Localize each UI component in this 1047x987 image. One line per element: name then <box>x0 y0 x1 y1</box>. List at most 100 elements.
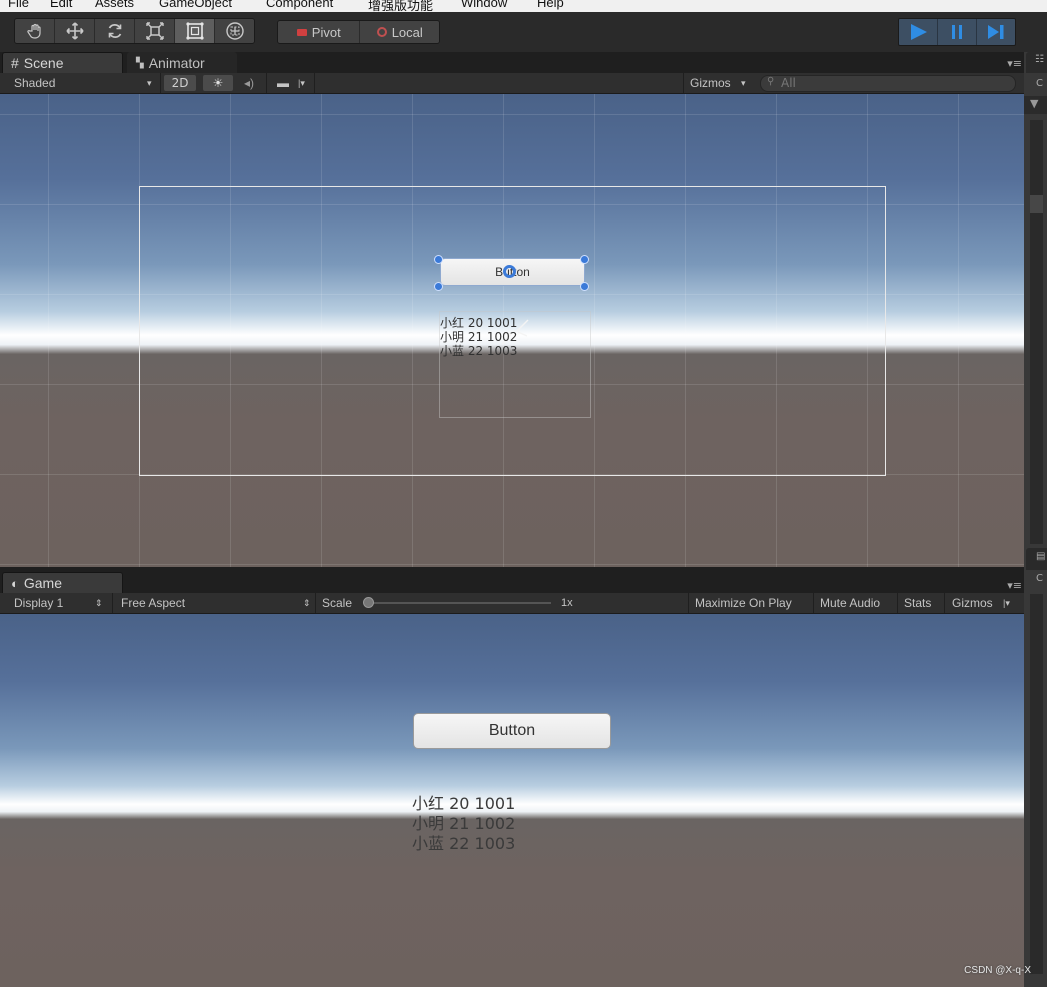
scene-text-line: 小蓝 22 1003 <box>440 344 518 358</box>
transform-tools <box>14 18 255 44</box>
tab-game-label: Game <box>23 575 62 591</box>
hand-tool-icon[interactable] <box>15 19 55 43</box>
menu-gameobject[interactable]: GameObject <box>159 0 232 10</box>
shading-dropdown-arrow-icon: ▾ <box>147 78 152 88</box>
tab-game[interactable]: ◐ Game <box>2 572 123 593</box>
maximize-on-play-toggle[interactable]: Maximize On Play <box>695 596 792 610</box>
pivot-label: Pivot <box>311 24 341 40</box>
scale-slider-thumb[interactable] <box>363 597 374 608</box>
effects-icon[interactable]: ▬ <box>277 76 289 90</box>
mode-2d-toggle[interactable]: 2D <box>164 75 196 91</box>
rect-handle-top-right[interactable] <box>580 255 589 264</box>
pivot-handle[interactable] <box>503 265 516 278</box>
pivot-local-group: Pivot Local <box>277 20 440 44</box>
hierarchy-tab-edge[interactable]: ☷ <box>1026 52 1047 73</box>
tab-animator[interactable]: ▚ Animator <box>127 52 237 73</box>
transform-tool-icon[interactable] <box>215 19 254 43</box>
scene-viewport[interactable]: Button 小红 20 1001 小明 21 1002 小蓝 22 1003 <box>0 94 1024 567</box>
step-icon <box>988 25 1004 39</box>
mute-audio-toggle[interactable]: Mute Audio <box>820 596 880 610</box>
play-button[interactable] <box>899 19 938 45</box>
local-label: Local <box>391 24 423 40</box>
menu-enhanced[interactable]: 增强版功能 <box>368 0 433 12</box>
game-tabstrip: ◐ Game ▾≡ <box>0 567 1030 593</box>
rotate-tool-icon[interactable] <box>95 19 135 43</box>
hierarchy-scrollbar[interactable] <box>1030 120 1043 544</box>
effects-dropdown-icon[interactable]: |▾ <box>298 78 305 89</box>
search-icon: ⚲ <box>767 76 775 87</box>
menu-file[interactable]: File <box>8 0 29 10</box>
game-text-list: 小红 20 1001 小明 21 1002 小蓝 22 1003 <box>412 794 515 854</box>
game-viewport[interactable]: Button 小红 20 1001 小明 21 1002 小蓝 22 1003 <box>0 614 1024 987</box>
gizmos-arrow-icon: ▾ <box>741 78 746 88</box>
hierarchy-dropdown-edge[interactable]: ▼ <box>1024 96 1047 114</box>
project-label-edge: C <box>1036 573 1043 584</box>
scene-toolbar: Shaded ▾ 2D ☀ ◂) ▬ |▾ Gizmos ▾ ⚲ All <box>0 73 1024 94</box>
play-controls <box>898 18 1016 46</box>
menu-bar: File Edit Assets GameObject Component 增强… <box>0 0 1047 12</box>
scene-text-line: 小红 20 1001 <box>440 316 518 330</box>
menu-help[interactable]: Help <box>537 0 564 10</box>
display-arrow-icon: ⇕ <box>95 598 103 608</box>
game-toolbar: Display 1 ⇕ Free Aspect ⇕ Scale 1x Maxim… <box>0 593 1024 614</box>
project-icon: ▤ <box>1036 551 1046 562</box>
watermark: CSDN @X-q-X <box>964 965 1031 976</box>
menu-assets[interactable]: Assets <box>95 0 134 10</box>
display-dropdown[interactable]: Display 1 <box>14 596 63 610</box>
tab-animator-label: Animator <box>148 55 205 71</box>
move-tool-icon[interactable] <box>55 19 95 43</box>
step-button[interactable] <box>977 19 1015 45</box>
rect-handle-bottom-right[interactable] <box>580 282 589 291</box>
panel-menu-icon[interactable]: ▾≡ <box>1007 57 1022 70</box>
project-tab-edge[interactable]: ▤ <box>1026 548 1047 570</box>
rect-handle-top-left[interactable] <box>434 255 443 264</box>
game-text-line: 小红 20 1001 <box>412 794 516 813</box>
game-ui-button-label: Button <box>488 722 536 739</box>
hierarchy-search-field[interactable]: ⚲ All <box>760 75 1016 92</box>
lighting-icon[interactable]: ☀ <box>203 75 233 91</box>
tab-scene-label: Scene <box>23 55 64 71</box>
right-panel-edge: ☷ C ▼ ▤ C <box>1024 52 1047 987</box>
rect-handle-bottom-left[interactable] <box>434 282 443 291</box>
game-text-line: 小蓝 22 1003 <box>412 834 516 853</box>
menu-window[interactable]: Window <box>461 0 507 10</box>
hierarchy-scroll-thumb[interactable] <box>1030 195 1043 213</box>
collapse-arrow-icon: ▼ <box>1030 97 1039 110</box>
game-gizmos-dropdown[interactable]: Gizmos <box>952 596 993 610</box>
pause-button[interactable] <box>938 19 977 45</box>
scene-text-line: 小明 21 1002 <box>440 330 518 344</box>
pause-icon <box>952 25 962 39</box>
game-panel-menu-icon[interactable]: ▾≡ <box>1007 579 1022 592</box>
hierarchy-icon: ☷ <box>1035 54 1044 65</box>
pivot-toggle[interactable]: Pivot <box>278 21 361 43</box>
main-toolbar: Pivot Local <box>0 12 1047 52</box>
scale-value: 1x <box>561 597 573 609</box>
gizmos-dropdown[interactable]: Gizmos <box>690 76 731 90</box>
aspect-dropdown[interactable]: Free Aspect <box>121 596 185 610</box>
scale-tool-icon[interactable] <box>135 19 175 43</box>
menu-component[interactable]: Component <box>266 0 333 10</box>
grid-icon: # <box>11 55 19 71</box>
game-ui-button[interactable]: Button <box>413 713 611 749</box>
audio-icon[interactable]: ◂) <box>244 76 254 90</box>
scene-text-list: 小红 20 1001 小明 21 1002 小蓝 22 1003 <box>440 316 517 358</box>
aspect-arrow-icon: ⇕ <box>303 598 311 608</box>
tab-scene[interactable]: # Scene <box>2 52 123 73</box>
game-gizmos-arrow-icon[interactable]: |▾ <box>1003 598 1010 609</box>
scale-slider-track[interactable] <box>369 602 551 604</box>
local-toggle[interactable]: Local <box>360 21 439 43</box>
play-icon <box>911 24 927 40</box>
rect-tool-icon[interactable] <box>175 19 215 43</box>
animator-icon: ▚ <box>136 57 144 69</box>
scale-label: Scale <box>322 596 353 610</box>
project-scrollbar[interactable] <box>1030 594 1043 974</box>
hierarchy-label-edge: C <box>1036 78 1043 89</box>
menu-edit[interactable]: Edit <box>50 0 72 10</box>
search-placeholder: All <box>781 76 796 90</box>
game-icon: ◐ <box>11 575 19 591</box>
stats-toggle[interactable]: Stats <box>904 596 931 610</box>
scene-tabstrip: # Scene ▚ Animator ▾≡ <box>0 52 1030 73</box>
game-text-line: 小明 21 1002 <box>412 814 516 833</box>
pivot-icon <box>296 28 307 36</box>
shading-mode-dropdown[interactable]: Shaded <box>14 76 55 90</box>
